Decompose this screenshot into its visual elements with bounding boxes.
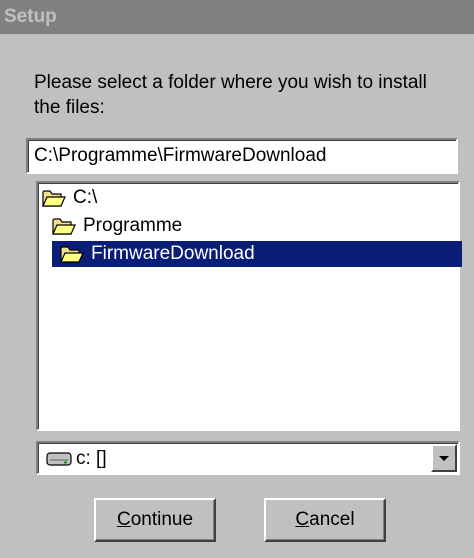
install-prompt: Please select a folder where you wish to… <box>34 72 427 118</box>
drive-select[interactable]: c: [] <box>36 441 460 475</box>
continue-button[interactable]: Continue <box>94 498 216 542</box>
dropdown-button[interactable] <box>431 444 457 472</box>
continue-mnemonic: C <box>116 509 131 530</box>
cancel-label-rest: ancel <box>309 509 355 530</box>
folder-label: FirmwareDownload <box>91 243 255 264</box>
cancel-button[interactable]: Cancel <box>264 498 386 542</box>
folder-item-programme[interactable]: Programme <box>52 213 185 239</box>
window-title: Setup <box>4 6 57 27</box>
open-folder-icon <box>60 246 84 263</box>
folder-tree[interactable]: C:\ Programme FirmwareDownload <box>36 181 462 431</box>
drive-icon <box>46 452 72 466</box>
folder-label: Programme <box>83 215 183 236</box>
title-bar: Setup <box>0 0 474 34</box>
cancel-mnemonic: C <box>295 509 310 530</box>
open-folder-icon <box>52 218 76 235</box>
install-path-field[interactable]: C:\Programme\FirmwareDownload <box>26 138 458 174</box>
open-folder-icon <box>42 190 66 207</box>
continue-label-rest: ontinue <box>130 509 194 530</box>
folder-item-root[interactable]: C:\ <box>42 185 100 211</box>
drive-label: c: [] <box>76 448 107 469</box>
folder-label: C:\ <box>73 187 98 208</box>
chevron-down-icon <box>439 456 449 461</box>
folder-item-firmwaredownload[interactable]: FirmwareDownload <box>52 241 462 267</box>
